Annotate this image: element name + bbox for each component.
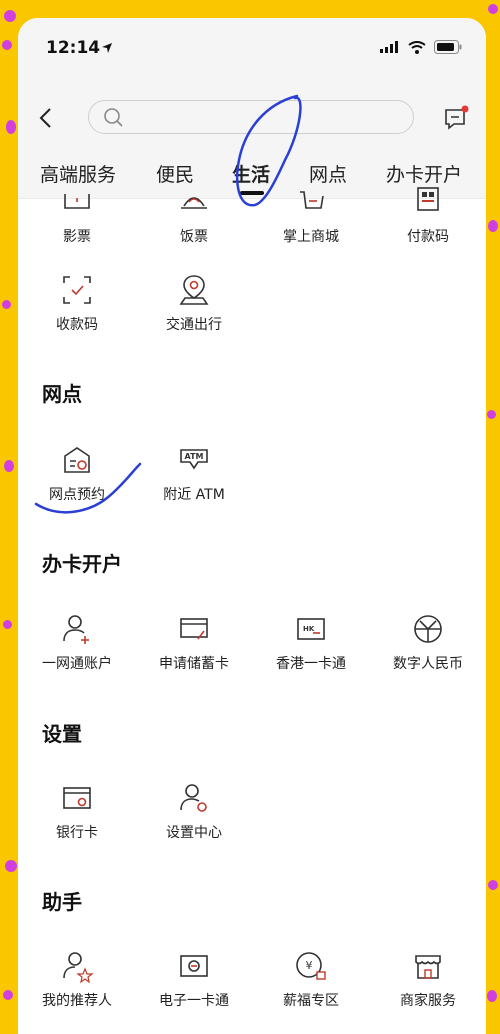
grid-item-branch-appointment[interactable]: 网点预约	[18, 442, 136, 504]
grid-item-label: 香港一卡通	[276, 656, 346, 672]
grid-item-transport[interactable]: 交通出行	[135, 272, 253, 334]
atm-icon-text: ATM	[185, 452, 204, 461]
location-arrow-icon	[102, 43, 112, 53]
tab-card-account[interactable]: 办卡开户	[386, 160, 462, 187]
message-icon[interactable]	[442, 104, 470, 132]
grid-item-bank-card[interactable]: 银行卡	[18, 780, 136, 842]
e-card-icon	[180, 955, 208, 977]
grid-item-settings-center[interactable]: 设置中心	[135, 780, 253, 842]
header	[18, 82, 486, 154]
scan-icon	[63, 276, 91, 304]
background-dot	[4, 460, 14, 472]
shop-icon	[415, 955, 441, 979]
payment-code-icon	[417, 187, 439, 211]
tab-branch[interactable]: 网点	[309, 160, 347, 187]
grid-item-apply-savings-card[interactable]: 申请储蓄卡	[135, 611, 253, 673]
hk-card-icon: HK	[297, 618, 325, 640]
grid-item-mobile-mall[interactable]: 掌上商城	[252, 184, 370, 246]
back-arrow-icon[interactable]	[36, 106, 58, 130]
digital-rmb-icon	[414, 615, 442, 643]
background-dot	[488, 880, 498, 890]
grid-item-nearby-atm[interactable]: ATM 附近 ATM	[135, 442, 253, 504]
grid-item-salary-zone[interactable]: ¥ 薪福专区	[252, 948, 370, 1010]
background-dot	[488, 4, 498, 14]
grid-item-hk-card[interactable]: HK 香港一卡通	[252, 611, 370, 673]
background-dot	[487, 410, 496, 419]
phone-screen: 12:14 高端服务 便民 生活 网点 办卡开户 影票 饭票 掌上商城 付款码 …	[18, 18, 486, 1034]
yuan-icon-text: ¥	[306, 959, 313, 972]
user-settings-icon	[180, 784, 207, 812]
hk-icon-text: HK	[303, 625, 315, 633]
movie-ticket-icon	[64, 194, 90, 209]
grid-item-label: 我的推荐人	[42, 993, 112, 1009]
grid-item-meal-ticket[interactable]: 饭票	[135, 184, 253, 246]
section-title-assistant: 助手	[42, 890, 82, 914]
atm-icon: ATM	[180, 449, 208, 470]
search-icon	[104, 108, 123, 127]
tab-convenience[interactable]: 便民	[156, 160, 194, 187]
bank-card-icon	[63, 787, 91, 809]
tab-high-end-service[interactable]: 高端服务	[40, 160, 116, 187]
grid-item-label: 影票	[63, 229, 91, 245]
grid-item-label: 商家服务	[400, 993, 456, 1009]
grid-item-label: 电子一卡通	[159, 993, 229, 1009]
location-pin-icon	[179, 275, 209, 305]
meal-cloche-icon	[181, 197, 207, 209]
grid-item-label: 掌上商城	[283, 229, 339, 245]
section-title-card-account: 办卡开户	[42, 552, 122, 576]
background-dot	[6, 120, 16, 134]
background-dot	[488, 220, 498, 232]
grid-item-label: 交通出行	[166, 317, 222, 333]
branch-appointment-icon	[64, 447, 90, 473]
background-dot	[3, 620, 12, 629]
grid-item-label: 饭票	[180, 229, 208, 245]
grid-item-label: 网点预约	[49, 487, 105, 503]
search-input[interactable]	[88, 100, 414, 134]
grid-item-label: 设置中心	[166, 825, 222, 841]
salary-coin-icon: ¥	[296, 952, 326, 980]
add-user-icon	[63, 615, 89, 644]
grid-item-merchant-service[interactable]: 商家服务	[369, 948, 486, 1010]
grid-item-label: 薪福专区	[283, 993, 339, 1009]
grid-item-label: 数字人民币	[393, 656, 463, 672]
shopping-cart-icon	[300, 191, 324, 209]
grid-item-movie-ticket[interactable]: 影票	[18, 184, 136, 246]
background-dot	[3, 990, 13, 1000]
grid-item-my-referrer[interactable]: 我的推荐人	[18, 948, 136, 1010]
background-dot	[487, 990, 497, 1002]
tab-life[interactable]: 生活	[232, 160, 270, 187]
cellular-signal-icon	[380, 41, 398, 53]
grid-item-payment-code[interactable]: 付款码	[369, 184, 486, 246]
status-time: 12:14	[46, 38, 101, 58]
background-dot	[5, 860, 17, 872]
grid-item-label: 附近 ATM	[163, 487, 225, 503]
grid-item-digital-rmb[interactable]: 数字人民币	[369, 611, 486, 673]
section-title-settings: 设置	[42, 722, 82, 746]
wifi-icon	[408, 40, 426, 54]
background-dot	[2, 300, 11, 309]
grid-item-one-net-account[interactable]: 一网通账户	[18, 611, 136, 673]
background-dot	[4, 10, 16, 22]
grid-item-e-card[interactable]: 电子一卡通	[135, 948, 253, 1010]
referrer-star-icon	[63, 952, 94, 984]
battery-icon	[434, 40, 462, 54]
section-title-branch: 网点	[42, 382, 82, 406]
grid-item-collection-code[interactable]: 收款码	[18, 272, 136, 334]
grid-item-label: 银行卡	[56, 825, 98, 841]
background-dot	[2, 40, 12, 50]
grid-item-label: 一网通账户	[42, 656, 112, 672]
card-edit-icon	[180, 618, 208, 640]
grid-item-label: 申请储蓄卡	[159, 656, 229, 672]
grid-item-label: 收款码	[56, 317, 98, 333]
grid-item-label: 付款码	[407, 229, 449, 245]
status-bar: 12:14	[18, 18, 486, 82]
